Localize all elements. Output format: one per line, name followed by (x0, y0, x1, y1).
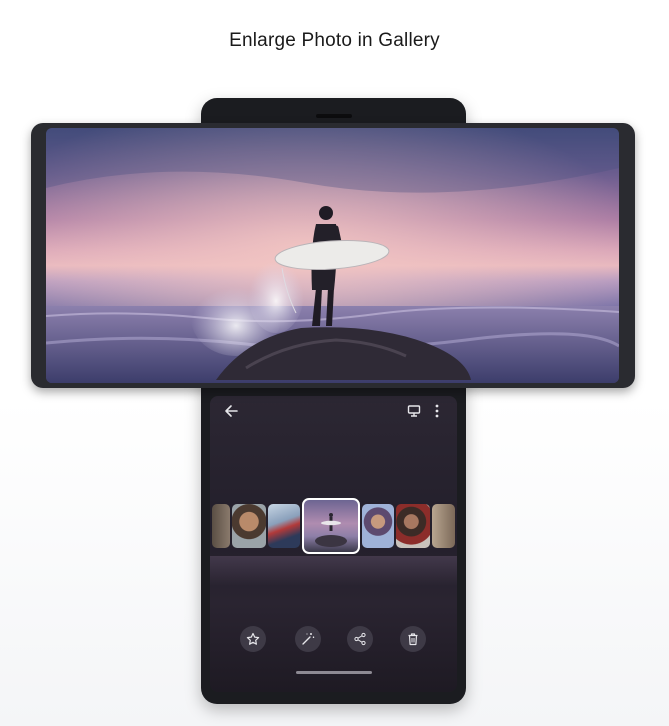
cast-icon[interactable] (406, 403, 422, 419)
device-speaker (316, 114, 352, 118)
thumbnail[interactable] (362, 504, 394, 548)
home-indicator[interactable] (296, 671, 372, 674)
back-arrow-icon[interactable] (222, 402, 240, 420)
thumbnail[interactable] (232, 504, 266, 548)
gallery-screen (210, 396, 457, 692)
thumbnail[interactable] (432, 504, 455, 548)
thumbnail[interactable] (268, 504, 300, 548)
thumbnail[interactable] (396, 504, 430, 548)
thumbnail-strip[interactable] (210, 498, 457, 554)
horizontal-device (31, 123, 635, 388)
thumbnail[interactable] (212, 504, 230, 548)
gallery-top-bar (210, 396, 457, 424)
magic-wand-icon[interactable] (295, 626, 321, 652)
page-title: Enlarge Photo in Gallery (229, 30, 440, 51)
thumbnail-reflection (210, 556, 457, 586)
thumbnail-selected[interactable] (302, 498, 360, 554)
more-vertical-icon[interactable] (432, 402, 442, 420)
star-icon[interactable] (240, 626, 266, 652)
surfer-photo (46, 128, 619, 383)
trash-icon[interactable] (400, 626, 426, 652)
gallery-actions (210, 626, 457, 656)
enlarged-photo[interactable] (46, 128, 619, 383)
share-icon[interactable] (347, 626, 373, 652)
